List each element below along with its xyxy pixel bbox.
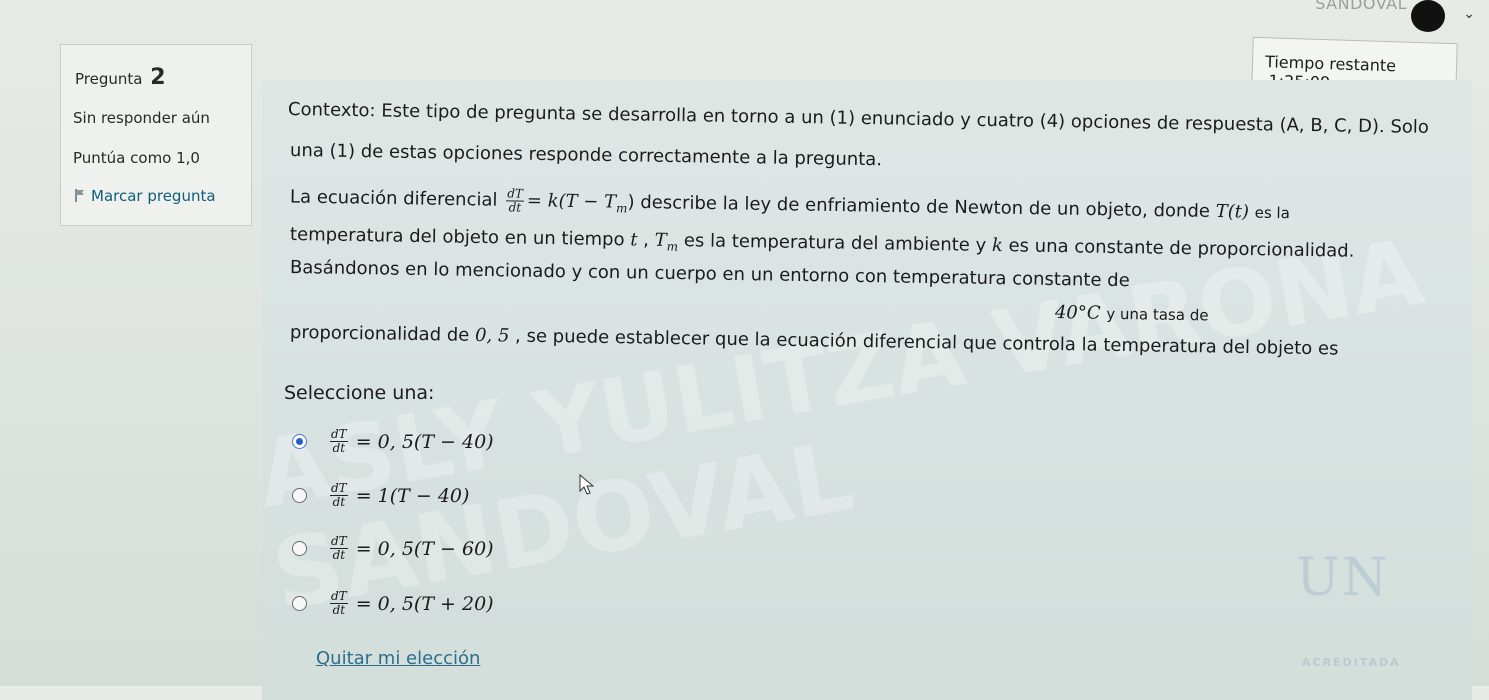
statement-text-cont: ) describe la ley de enfriamiento de New… <box>627 191 1211 222</box>
radio-button-a[interactable] <box>292 434 307 449</box>
user-menu-bar: SANDOVAL ⌄ <box>0 0 1489 36</box>
answer-option-b[interactable]: dT dt = 1(T − 40) <box>292 482 469 509</box>
fraction-numerator: dT <box>330 534 348 549</box>
statement-text: La ecuación diferencial <box>289 186 498 211</box>
fraction-denominator: dt <box>332 441 346 455</box>
fraction-denominator: dt <box>508 200 522 215</box>
derivative-fraction: dT dt <box>330 590 348 617</box>
chevron-down-icon[interactable]: ⌄ <box>1463 6 1475 22</box>
logo-accreditation: ACREDITADA <box>1302 656 1401 669</box>
question-info-box: Pregunta 2 Sin responder aún Puntúa como… <box>60 44 252 226</box>
statement-text-cont: es la temperatura del ambiente y <box>683 230 987 256</box>
flag-question-link[interactable]: Marcar pregunta <box>75 187 216 205</box>
option-rhs-c: = 0, 5(T − 60) <box>355 537 494 560</box>
question-number: Pregunta 2 <box>75 65 166 90</box>
fraction-numerator: dT <box>330 427 348 442</box>
subscript-m: m <box>666 239 679 254</box>
comma: , <box>643 229 650 251</box>
answer-option-a[interactable]: dT dt = 0, 5(T − 40) <box>292 428 494 455</box>
option-equation-c: dT dt = 0, 5(T − 60) <box>327 535 494 562</box>
radio-button-d[interactable] <box>292 596 307 611</box>
mouse-cursor-icon <box>579 474 595 495</box>
option-equation-d: dT dt = 0, 5(T + 20) <box>327 590 494 617</box>
proportionality-value: 0, 5 <box>474 324 510 347</box>
fraction-denominator: dt <box>332 495 346 509</box>
statement-text-end: y una tasa de <box>1106 304 1209 325</box>
option-equation-a: dT dt = 0, 5(T − 40) <box>327 428 494 455</box>
derivative-fraction: dT dt <box>330 482 348 509</box>
question-number-value: 2 <box>150 65 166 90</box>
fraction-numerator: dT <box>330 589 348 604</box>
logo-text: UN <box>1296 548 1390 608</box>
fraction-numerator: dT <box>330 481 348 496</box>
option-rhs-d: = 0, 5(T + 20) <box>355 592 494 615</box>
ambient-temp-variable: T <box>654 229 667 251</box>
select-one-prompt: Seleccione una: <box>284 382 435 404</box>
question-label: Pregunta <box>75 70 143 88</box>
derivative-fraction: dT dt <box>506 186 525 215</box>
newton-equation: = k(T − T <box>526 190 617 213</box>
subscript-m: m <box>615 201 628 216</box>
university-logo: UN ACREDITADA <box>1292 548 1442 669</box>
answer-option-d[interactable]: dT dt = 0, 5(T + 20) <box>292 590 494 617</box>
answer-option-c[interactable]: dT dt = 0, 5(T − 60) <box>292 535 494 562</box>
avatar[interactable] <box>1411 0 1445 32</box>
fraction-denominator: dt <box>332 548 346 562</box>
option-rhs-b: = 1(T − 40) <box>355 484 470 507</box>
derivative-fraction: dT dt <box>330 428 348 455</box>
time-variable: t <box>630 229 638 251</box>
statement-text-end: es una constante de proporcionalidad. <box>1008 235 1355 262</box>
question-state: Sin responder aún <box>73 109 210 127</box>
option-rhs-a: = 0, 5(T − 40) <box>355 430 494 453</box>
flag-question-label: Marcar pregunta <box>91 187 216 205</box>
derivative-fraction: dT dt <box>330 535 348 562</box>
constant-variable: k <box>991 235 1004 257</box>
question-grade: Puntúa como 1,0 <box>73 149 200 167</box>
radio-button-b[interactable] <box>292 488 307 503</box>
flag-icon <box>75 188 85 202</box>
statement-text: temperatura del objeto en un tiempo <box>289 224 625 251</box>
temperature-function: T(t) <box>1215 201 1250 223</box>
fraction-denominator: dt <box>332 603 346 617</box>
statement-text: proporcionalidad de <box>289 322 470 346</box>
option-equation-b: dT dt = 1(T − 40) <box>327 482 469 509</box>
radio-button-c[interactable] <box>292 541 307 556</box>
ambient-temperature-value: 40°C <box>1054 302 1101 324</box>
user-name[interactable]: SANDOVAL <box>1315 0 1407 13</box>
statement-text-end: es la <box>1254 203 1290 223</box>
clear-choice-link[interactable]: Quitar mi elección <box>316 648 480 669</box>
